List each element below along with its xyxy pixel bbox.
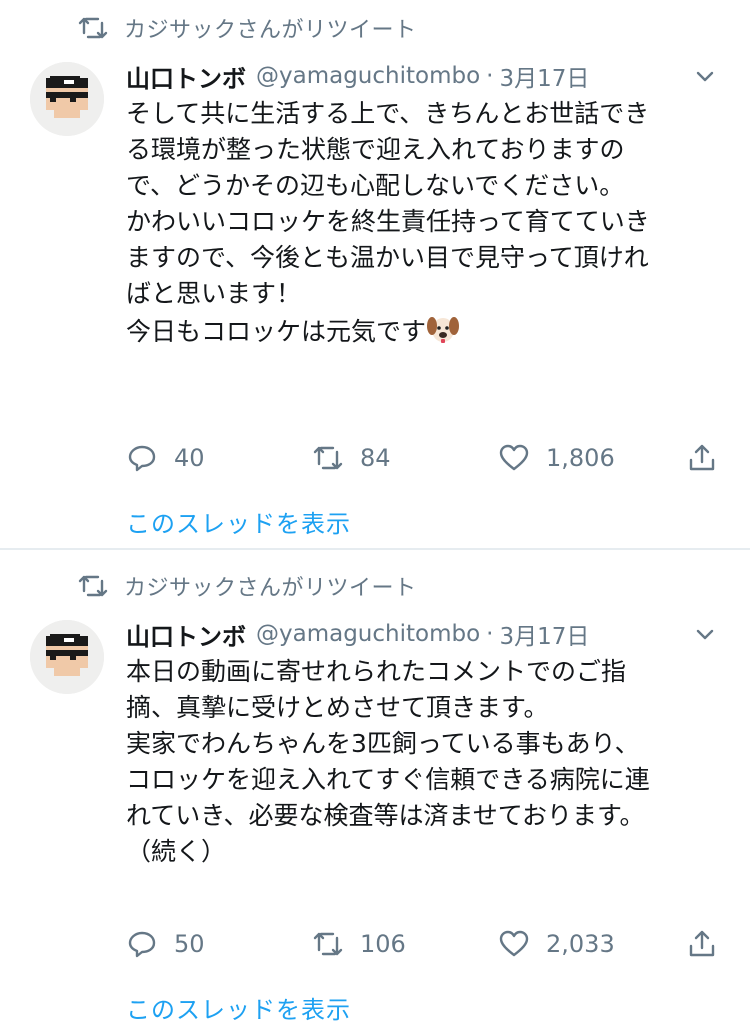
reply-button[interactable]: 40 bbox=[126, 438, 205, 478]
tweet-text: そして共に生活する上で、きちんとお世話でき る環境が整った状態で迎え入れておりま… bbox=[126, 96, 726, 350]
retweet-context: カジサックさんがリツイート bbox=[78, 8, 417, 48]
author-name[interactable]: 山口トンボ bbox=[126, 59, 246, 94]
tweet[interactable]: カジサックさんがリツイート 山口トンボ @yamaguchitombo · 3月… bbox=[0, 550, 750, 1035]
text-line: ますので、今後とも温かい目で見守って頂けれ bbox=[126, 243, 649, 272]
like-count: 2,033 bbox=[546, 930, 615, 958]
retweet-icon bbox=[313, 932, 343, 956]
text-line: で、どうかその辺も心配しないでください。 bbox=[126, 171, 625, 200]
like-button[interactable]: 2,033 bbox=[498, 924, 615, 964]
avatar-image bbox=[30, 62, 104, 136]
reply-icon bbox=[128, 445, 156, 472]
separator-dot: · bbox=[486, 63, 494, 89]
show-thread-link[interactable]: このスレッドを表示 bbox=[126, 990, 351, 1025]
text-line: コロッケを迎え入れてすぐ信頼できる病院に連 bbox=[126, 765, 650, 794]
separator-dot: · bbox=[486, 621, 494, 647]
retweet-icon bbox=[78, 575, 108, 597]
tweet-text: 本日の動画に寄せれられたコメントでのご指 摘、真摯に受けとめさせて頂きます。 実… bbox=[126, 654, 726, 870]
reply-icon bbox=[128, 931, 156, 958]
tweet-header: 山口トンボ @yamaguchitombo · 3月17日 bbox=[126, 58, 718, 94]
share-icon bbox=[689, 444, 715, 471]
like-button[interactable]: 1,806 bbox=[498, 438, 615, 478]
author-handle[interactable]: @yamaguchitombo bbox=[256, 621, 480, 647]
retweet-label: カジサックさんがリツイート bbox=[124, 18, 417, 43]
retweet-label: カジサックさんがリツイート bbox=[124, 576, 417, 601]
dog-face-icon bbox=[427, 317, 460, 343]
heart-icon bbox=[499, 444, 529, 471]
text-line: 実家でわんちゃんを3匹飼っている事もあり、 bbox=[126, 729, 640, 758]
text-line: かわいいコロッケを終生責任持って育てていき bbox=[126, 207, 650, 236]
tweet[interactable]: カジサックさんがリツイート 山口トンボ @yamaguchitombo · 3月… bbox=[0, 0, 750, 548]
tweet-header: 山口トンボ @yamaguchitombo · 3月17日 bbox=[126, 616, 718, 652]
share-icon bbox=[689, 930, 715, 957]
retweet-button[interactable]: 84 bbox=[312, 438, 391, 478]
chevron-down-icon[interactable] bbox=[692, 63, 718, 89]
reply-button[interactable]: 50 bbox=[126, 924, 205, 964]
retweet-button[interactable]: 106 bbox=[312, 924, 406, 964]
text-line: 今日もコロッケは元気です bbox=[126, 312, 726, 350]
tweet-actions: 40 84 1,806 bbox=[126, 438, 726, 478]
avatar[interactable] bbox=[30, 620, 104, 694]
author-name[interactable]: 山口トンボ bbox=[126, 617, 246, 652]
chevron-down-icon[interactable] bbox=[692, 621, 718, 647]
tweet-actions: 50 106 2,033 bbox=[126, 924, 726, 964]
author-handle[interactable]: @yamaguchitombo bbox=[256, 63, 480, 89]
avatar[interactable] bbox=[30, 62, 104, 136]
text-line: 本日の動画に寄せれられたコメントでのご指 bbox=[126, 657, 627, 686]
text-line: （続く） bbox=[126, 837, 227, 866]
text-line: れていき、必要な検査等は済ませております。 bbox=[126, 801, 645, 830]
avatar-image bbox=[30, 620, 104, 694]
tweet-date[interactable]: 3月17日 bbox=[499, 617, 589, 651]
retweet-count: 84 bbox=[360, 444, 391, 472]
retweet-count: 106 bbox=[360, 930, 406, 958]
like-count: 1,806 bbox=[546, 444, 615, 472]
retweet-context: カジサックさんがリツイート bbox=[78, 566, 417, 606]
text-line: る環境が整った状態で迎え入れておりますの bbox=[126, 135, 625, 164]
retweet-icon bbox=[78, 17, 108, 39]
retweet-icon bbox=[313, 446, 343, 470]
text-line-content: 今日もコロッケは元気です bbox=[126, 317, 427, 346]
text-line: そして共に生活する上で、きちんとお世話でき bbox=[126, 99, 650, 128]
tweet-date[interactable]: 3月17日 bbox=[499, 59, 589, 93]
show-thread-link[interactable]: このスレッドを表示 bbox=[126, 504, 351, 539]
text-line: 摘、真摯に受けとめさせて頂きます。 bbox=[126, 693, 549, 722]
share-button[interactable] bbox=[686, 438, 718, 478]
reply-count: 50 bbox=[174, 930, 205, 958]
heart-icon bbox=[499, 930, 529, 957]
text-line: ばと思います！ bbox=[126, 279, 302, 308]
reply-count: 40 bbox=[174, 444, 205, 472]
share-button[interactable] bbox=[686, 924, 718, 964]
